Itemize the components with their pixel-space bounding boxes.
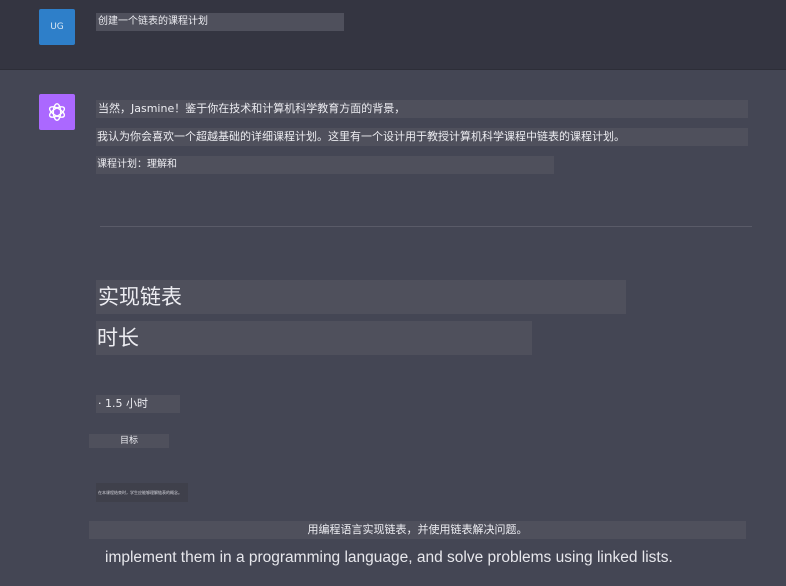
section-heading-implement: 实现链表 [96,280,626,314]
assistant-paragraph-2: 我认为你会喜欢一个超越基础的详细课程计划。这里有一个设计用于教授计算机科学课程中… [96,128,748,146]
tiny-text: 在本课程结束时，学生应能够理解链表的概念。 [96,483,188,502]
openai-logo-icon [48,103,66,121]
english-text-line: implement them in a programming language… [105,549,673,566]
assistant-paragraph-3: 课程计划：理解和 [96,156,554,174]
user-avatar: UG [39,9,75,45]
assistant-paragraph-1: 当然，Jasmine！鉴于你在技术和计算机科学教育方面的背景， [96,100,748,118]
divider [100,226,752,227]
user-message-text: 创建一个链表的课程计划 [96,13,344,31]
assistant-avatar [39,94,75,130]
duration-bullet: · 1.5 小时 [96,395,180,413]
user-avatar-initials: UG [50,22,64,32]
goal-label: 目标 [89,434,169,448]
wide-highlight-text: 用编程语言实现链表，并使用链表解决问题。 [89,521,746,539]
user-message-row: UG 创建一个链表的课程计划 [0,0,786,70]
section-heading-duration: 时长 [96,321,532,355]
